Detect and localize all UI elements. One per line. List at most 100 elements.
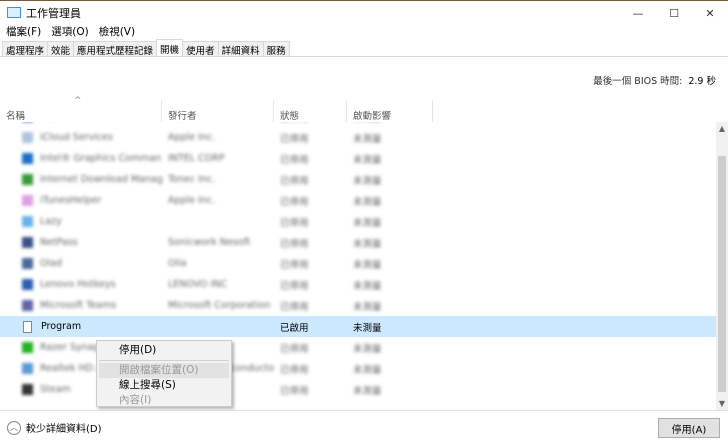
column-name[interactable]: ^ 名稱	[0, 96, 162, 122]
tab-app-history[interactable]: 應用程式歷程記錄	[73, 41, 158, 57]
tab-processes[interactable]: 處理程序	[2, 41, 49, 57]
menu-item-search-online[interactable]: 線上搜尋(S)	[97, 378, 231, 393]
table-row[interactable]: Lazy 已停用 未測量	[0, 211, 716, 232]
row-impact: 未測量	[353, 133, 382, 145]
row-name: Internet Download Manag...	[0, 174, 162, 185]
row-name: iCloud Services	[0, 132, 162, 143]
bios-label: 最後一個 BIOS 時間:	[593, 76, 683, 87]
column-status[interactable]: 狀態	[274, 100, 347, 122]
row-status: 已停用	[280, 259, 309, 271]
scroll-up-icon[interactable]: ▲	[716, 124, 728, 133]
title-bar: 工作管理員 — ☐ ✕	[0, 0, 728, 24]
tab-bar: 處理程序 效能 應用程式歷程記錄 開機 使用者 詳細資料 服務	[2, 39, 290, 57]
close-button[interactable]: ✕	[692, 1, 728, 25]
table-row[interactable]: Olad Olia 已停用 未測量	[0, 253, 716, 274]
bios-value: 2.9 秒	[688, 76, 716, 87]
vertical-scrollbar[interactable]: ▲ ▼	[716, 122, 728, 410]
row-name: Intel® Graphics Command...	[0, 153, 162, 164]
context-menu: 停用(D) 開啟檔案位置(O) 線上搜尋(S) 內容(I)	[96, 340, 232, 407]
app-icon	[22, 363, 33, 374]
table-row[interactable]: Internet Download Manag... Tonec Inc. 已停…	[0, 169, 716, 190]
table-row[interactable]: iCloud Services Apple Inc. 已停用 未測量	[0, 127, 716, 148]
row-impact: 未測量	[353, 280, 382, 292]
app-icon	[22, 174, 33, 185]
table-row[interactable]: iTunesHelper Apple Inc. 已停用 未測量	[0, 190, 716, 211]
row-status: 已停用	[280, 385, 309, 397]
table-row[interactable]: NetPass Sonicwork Nesoft 已停用 未測量	[0, 232, 716, 253]
row-impact: 未測量	[353, 259, 382, 271]
app-icon	[22, 132, 33, 143]
chevron-up-icon: ︿	[7, 420, 21, 435]
tab-services[interactable]: 服務	[262, 41, 290, 57]
row-name: Lazy	[0, 216, 162, 227]
row-status: 已停用	[280, 364, 309, 376]
sort-up-icon: ^	[74, 96, 82, 106]
row-name: NetPass	[0, 237, 162, 248]
row-impact: 未測量	[353, 196, 382, 208]
app-icon	[22, 153, 33, 164]
row-status: 已停用	[280, 343, 309, 355]
task-manager-icon	[7, 7, 21, 18]
bios-time: 最後一個 BIOS 時間: 2.9 秒	[593, 73, 716, 87]
row-impact: 未測量	[353, 322, 382, 334]
row-impact: 未測量	[353, 364, 382, 376]
row-status: 已停用	[280, 301, 309, 313]
column-impact[interactable]: 啟動影響	[347, 100, 433, 122]
app-icon	[22, 195, 33, 206]
table-row[interactable]: Lenovo Hotkeys LENOVO INC 已停用 未測量	[0, 274, 716, 295]
table-row[interactable]: Microsoft Teams Microsoft Corporation 已停…	[0, 295, 716, 316]
row-publisher: Apple Inc.	[168, 195, 216, 206]
column-publisher[interactable]: 發行者	[162, 100, 274, 122]
table-row[interactable]: Intel® Graphics Command... INTEL CORP 已停…	[0, 148, 716, 169]
table-row[interactable]: Program 已啟用 未測量	[0, 316, 716, 337]
app-icon	[22, 342, 33, 353]
menu-bar: 檔案(F) 選項(O) 檢視(V)	[0, 24, 135, 39]
app-icon	[22, 216, 33, 227]
app-icon	[22, 237, 33, 248]
row-status: 已啟用	[280, 322, 309, 334]
row-status: 已停用	[280, 217, 309, 229]
app-icon	[22, 258, 33, 269]
footer: ︿ 較少詳細資料(D) 停用(A)	[0, 410, 728, 446]
row-impact: 未測量	[353, 385, 382, 397]
menu-view[interactable]: 檢視(V)	[99, 24, 135, 39]
row-publisher: LENOVO INC	[168, 279, 228, 290]
tab-divider	[0, 56, 728, 57]
minimize-button[interactable]: —	[620, 1, 656, 25]
disable-button[interactable]: 停用(A)	[658, 418, 720, 438]
menu-separator	[99, 360, 229, 361]
menu-item-disable[interactable]: 停用(D)	[97, 343, 231, 358]
fewer-details-button[interactable]: ︿ 較少詳細資料(D)	[7, 420, 102, 435]
row-impact: 未測量	[353, 175, 382, 187]
app-icon	[22, 279, 33, 290]
tab-users[interactable]: 使用者	[182, 41, 219, 57]
row-publisher: INTEL CORP	[168, 153, 225, 164]
row-status: 已停用	[280, 154, 309, 166]
row-impact: 未測量	[353, 238, 382, 250]
row-name: Program	[0, 320, 162, 333]
row-publisher: Apple Inc.	[168, 132, 216, 143]
window-title: 工作管理員	[26, 6, 81, 20]
menu-file[interactable]: 檔案(F)	[6, 24, 41, 39]
menu-options[interactable]: 選項(O)	[51, 24, 88, 39]
row-name: Lenovo Hotkeys	[0, 279, 162, 290]
row-status: 已停用	[280, 280, 309, 292]
fewer-details-label: 較少詳細資料(D)	[26, 424, 102, 435]
scroll-down-icon[interactable]: ▼	[716, 399, 728, 408]
file-icon	[23, 320, 32, 333]
app-icon	[22, 300, 33, 311]
column-header: ^ 名稱 發行者 狀態 啟動影響	[0, 96, 716, 122]
row-impact: 未測量	[353, 217, 382, 229]
menu-item-open-file-location[interactable]: 開啟檔案位置(O)	[99, 363, 229, 378]
row-publisher: Olia	[168, 258, 187, 269]
row-impact: 未測量	[353, 343, 382, 355]
tab-details[interactable]: 詳細資料	[217, 41, 264, 57]
tab-performance[interactable]: 效能	[47, 41, 75, 57]
row-publisher: Sonicwork Nesoft	[168, 237, 251, 248]
tab-startup[interactable]: 開機	[156, 39, 184, 57]
scrollbar-thumb[interactable]	[718, 156, 726, 392]
row-name: iTunesHelper	[0, 195, 162, 206]
menu-item-properties[interactable]: 內容(I)	[97, 393, 231, 408]
row-name: Microsoft Teams	[0, 300, 162, 311]
maximize-button[interactable]: ☐	[656, 1, 692, 25]
